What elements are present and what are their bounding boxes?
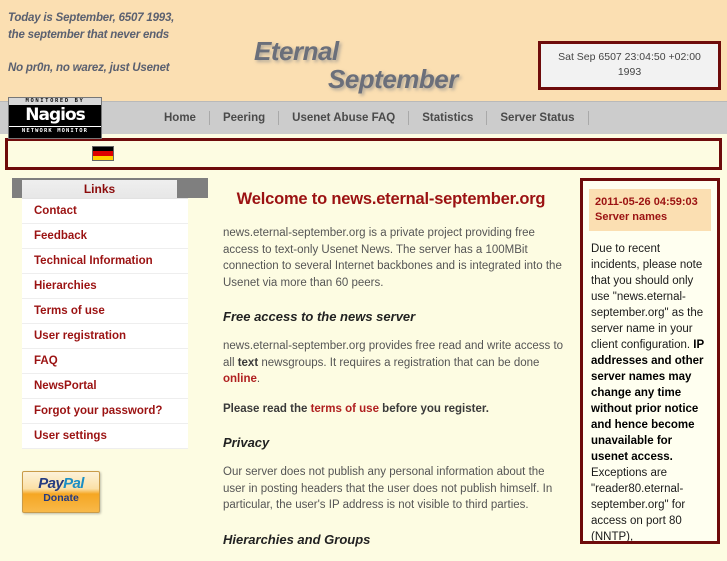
news-item-header: 2011-05-26 04:59:03 Server names [589,189,711,231]
site-slogan: Today is September, 6507 1993, the septe… [8,10,174,44]
sidebar-header-bar: Links [12,178,208,198]
slogan-line-1: Today is September, 6507 1993, [8,12,175,24]
sidebar-title: Links [22,180,177,198]
terms-of-use-link[interactable]: terms of use [311,403,379,415]
logo-line-1: Eternal [254,36,339,66]
sidebar-item-forgot-password[interactable]: Forgot your password? [22,399,188,424]
nav-item-usenet-abuse-faq[interactable]: Usenet Abuse FAQ [279,111,410,125]
nagios-monitored-by-logo[interactable]: MONITORED BY Nagios NETWORK MONITOR [8,97,102,139]
news-body-emphasis: IP addresses and other server names may … [591,339,704,463]
site-slogan-secondary: No pr0n, no warez, just Usenet [8,62,170,74]
sidebar-link-list: Contact Feedback Technical Information H… [22,198,188,449]
free-access-text-mid: newsgroups. It requires a registration t… [258,356,540,369]
content-columns: Links Contact Feedback Technical Informa… [0,178,727,547]
terms-notice-pre: Please read the [223,402,311,415]
free-access-bold-text: text [237,356,259,369]
nav-item-server-status[interactable]: Server Status [487,111,589,125]
section-heading-hierarchies: Hierarchies and Groups [223,531,371,547]
paypal-brand: PayPal [23,475,99,492]
news-item-title: Server names [595,211,668,223]
navigation-links: Home Peering Usenet Abuse FAQ Statistics… [148,102,589,134]
news-panel: 2011-05-26 04:59:03 Server names Due to … [580,178,720,544]
logo-line-2: September [328,64,458,94]
section-heading-privacy: Privacy [223,435,270,450]
privacy-paragraph: Our server does not publish any personal… [223,466,553,511]
nav-item-home[interactable]: Home [148,111,210,125]
sidebar-item-user-registration[interactable]: User registration [22,324,188,349]
main-navigation-bar: MONITORED BY Nagios NETWORK MONITOR Home… [0,97,727,139]
page-title: Welcome to news.eternal-september.org [236,190,546,208]
left-sidebar: Links Contact Feedback Technical Informa… [12,178,208,513]
paypal-brand-pal: Pal [63,475,84,492]
site-logo: Eternal September [240,38,530,100]
sidebar-item-user-settings[interactable]: User settings [22,424,188,449]
sidebar-item-technical-information[interactable]: Technical Information [22,249,188,274]
paypal-brand-pay: Pay [38,475,64,492]
terms-notice-post: before you register. [378,402,489,415]
nagios-top-label: MONITORED BY [9,98,101,105]
clock-datetime: Sat Sep 6507 23:04:50 +02:00 [558,51,701,63]
sidebar-item-terms-of-use[interactable]: Terms of use [22,299,188,324]
news-body-part-2: Exceptions are "reader80.eternal-septemb… [591,467,686,543]
sidebar-item-faq[interactable]: FAQ [22,349,188,374]
language-bar [5,138,722,170]
sidebar-item-contact[interactable]: Contact [22,199,188,224]
section-heading-free-access: Free access to the news server [223,309,416,324]
slogan-line-2: the september that never ends [8,29,170,41]
nav-item-statistics[interactable]: Statistics [409,111,488,125]
news-item-date: 2011-05-26 04:59:03 [595,196,698,208]
sidebar-item-newsportal[interactable]: NewsPortal [22,374,188,399]
news-item-body: Due to recent incidents, please note tha… [591,241,709,543]
intro-paragraph: news.eternal-september.org is a private … [223,227,562,289]
online-registration-link[interactable]: online [223,373,257,385]
sidebar-item-hierarchies[interactable]: Hierarchies [22,274,188,299]
paypal-donate-label: Donate [43,492,79,504]
news-body-part-1: Due to recent incidents, please note tha… [591,243,704,351]
page-header: Today is September, 6507 1993, the septe… [0,0,727,101]
german-flag-icon[interactable] [92,146,114,161]
flag-stripe-gold [93,155,113,160]
sidebar-item-feedback[interactable]: Feedback [22,224,188,249]
paypal-donate-button[interactable]: PayPal Donate [22,471,100,513]
nagios-bottom-label: NETWORK MONITOR [9,126,101,136]
clock-year: 1993 [617,66,642,78]
server-clock-box: Sat Sep 6507 23:04:50 +02:00 1993 [538,41,721,90]
nav-item-peering[interactable]: Peering [210,111,280,125]
free-access-text-post: . [256,373,261,385]
main-content: Welcome to news.eternal-september.org ne… [215,178,567,561]
free-access-paragraph: news.eternal-september.org provides free… [223,338,567,388]
nagios-brand-label: Nagios [25,105,86,125]
terms-notice-paragraph: Please read the terms of use before you … [223,401,567,418]
